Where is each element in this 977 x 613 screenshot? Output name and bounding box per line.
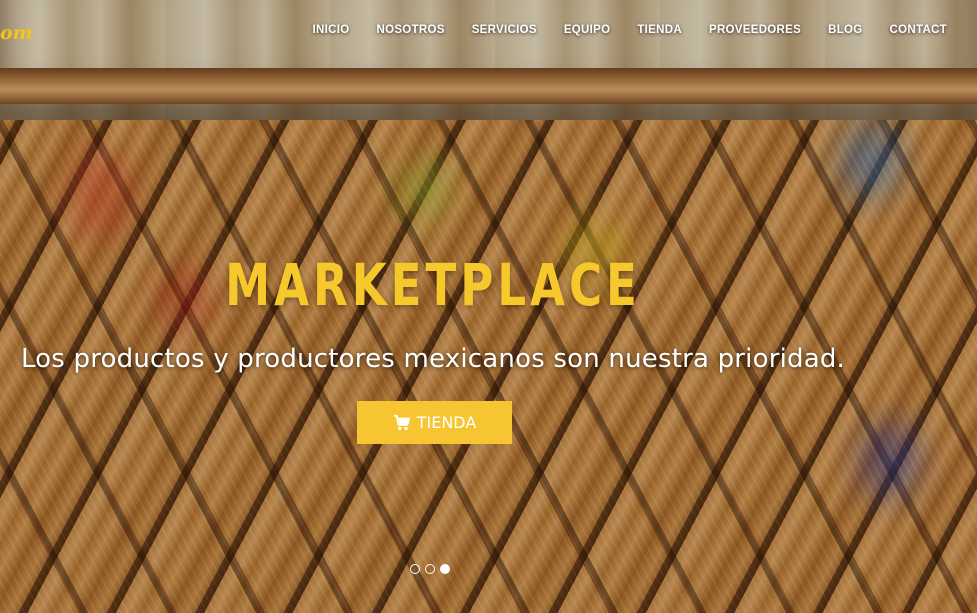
slider-dot-1[interactable]: [410, 564, 420, 574]
shopping-cart-icon: [393, 414, 410, 430]
nav-item-inicio[interactable]: INICIO: [313, 24, 350, 36]
slider-pagination: [410, 564, 450, 574]
hero-section: om INICIO NOSOTROS SERVICIOS EQUIPO TIEN…: [0, 0, 977, 613]
hero-headline: MARKETPLACE: [225, 250, 641, 319]
nav-item-equipo[interactable]: EQUIPO: [564, 24, 611, 36]
main-menu: INICIO NOSOTROS SERVICIOS EQUIPO TIENDA …: [313, 24, 947, 36]
nav-item-proveedores[interactable]: PROVEEDORES: [709, 24, 801, 36]
site-logo[interactable]: om: [0, 22, 33, 44]
nav-item-servicios[interactable]: SERVICIOS: [472, 24, 537, 36]
top-navigation: om INICIO NOSOTROS SERVICIOS EQUIPO TIEN…: [0, 0, 977, 64]
nav-item-blog[interactable]: BLOG: [828, 24, 862, 36]
tienda-button-label: TIENDA: [416, 413, 477, 432]
tienda-button[interactable]: TIENDA: [357, 401, 512, 444]
slider-dot-2[interactable]: [425, 564, 435, 574]
nav-item-contact[interactable]: CONTACT: [890, 24, 947, 36]
nav-item-nosotros[interactable]: NOSOTROS: [376, 24, 444, 36]
slider-dot-3[interactable]: [440, 564, 450, 574]
hero-subheadline: Los productos y productores mexicanos so…: [20, 344, 846, 374]
nav-item-tienda[interactable]: TIENDA: [637, 24, 682, 36]
